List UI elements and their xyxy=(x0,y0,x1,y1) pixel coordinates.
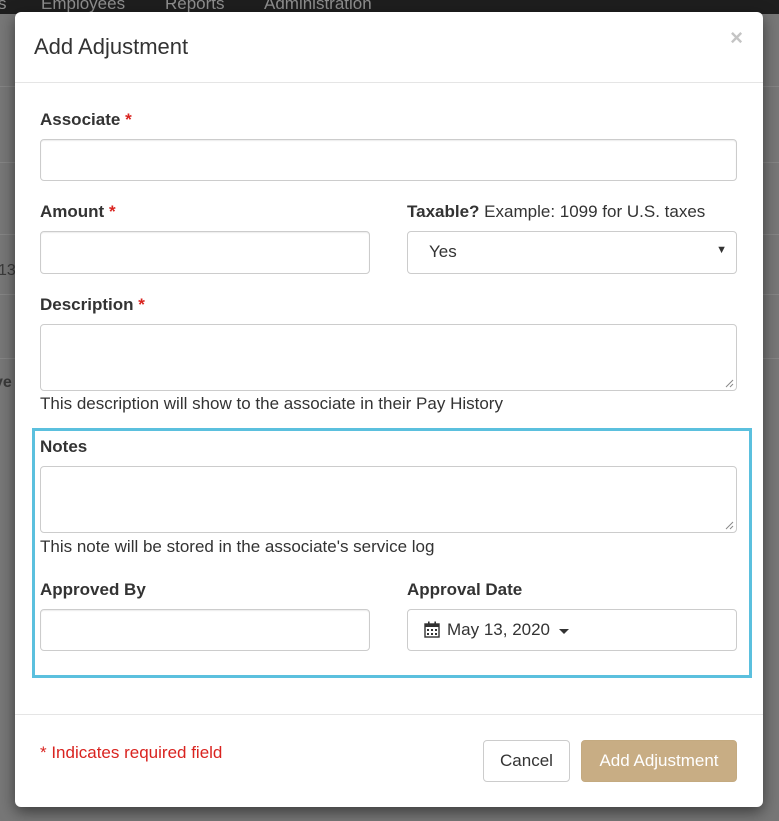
taxable-label-text: Taxable? xyxy=(407,202,480,221)
background-text-fragment: ve xyxy=(0,374,12,391)
modal-title: Add Adjustment xyxy=(34,34,189,59)
modal-header: Add Adjustment × xyxy=(15,12,763,83)
associate-label-text: Associate xyxy=(40,110,121,129)
required-marker: * xyxy=(138,295,145,314)
modal-footer: * Indicates required field Cancel Add Ad… xyxy=(15,714,763,808)
calendar-icon xyxy=(424,621,440,638)
caret-down-icon xyxy=(559,629,569,634)
notes-label: Notes xyxy=(40,437,88,456)
resize-grip-icon[interactable] xyxy=(725,521,734,530)
approved-by-label: Approved By xyxy=(40,580,146,599)
add-adjustment-button[interactable]: Add Adjustment xyxy=(581,740,737,782)
required-marker: * xyxy=(125,110,132,129)
cancel-button[interactable]: Cancel xyxy=(483,740,570,782)
taxable-hint: Example: 1099 for U.S. taxes xyxy=(484,202,706,221)
description-label-text: Description xyxy=(40,295,134,314)
background-nav-item: s xyxy=(0,0,7,13)
approved-by-input[interactable] xyxy=(40,609,370,651)
required-field-note: * Indicates required field xyxy=(40,743,223,762)
approval-date-value: May 13, 2020 xyxy=(447,620,551,639)
description-label: Description * xyxy=(40,295,145,315)
notes-help-text: This note will be stored in the associat… xyxy=(40,537,435,556)
background-text-fragment: 13 xyxy=(0,262,16,279)
approval-date-picker[interactable]: May 13, 2020 xyxy=(407,609,737,651)
description-textarea[interactable] xyxy=(40,324,737,391)
taxable-label: Taxable? Example: 1099 for U.S. taxes xyxy=(407,202,705,222)
resize-grip-icon[interactable] xyxy=(725,379,734,388)
associate-label: Associate * xyxy=(40,110,132,130)
approval-date-label: Approval Date xyxy=(407,580,523,599)
add-adjustment-modal: Add Adjustment × Associate * Amount * Ta… xyxy=(15,12,763,807)
taxable-select[interactable]: Yes ▼ xyxy=(407,231,737,274)
chevron-down-icon: ▼ xyxy=(716,244,727,256)
amount-label: Amount * xyxy=(40,202,116,222)
amount-input[interactable] xyxy=(40,231,370,274)
required-marker: * xyxy=(108,202,116,221)
amount-label-text: Amount xyxy=(40,202,105,221)
taxable-select-value: Yes xyxy=(429,242,457,261)
notes-textarea[interactable] xyxy=(40,466,737,533)
associate-input[interactable] xyxy=(40,139,737,181)
close-icon[interactable]: × xyxy=(730,27,743,49)
description-help-text: This description will show to the associ… xyxy=(40,394,503,413)
